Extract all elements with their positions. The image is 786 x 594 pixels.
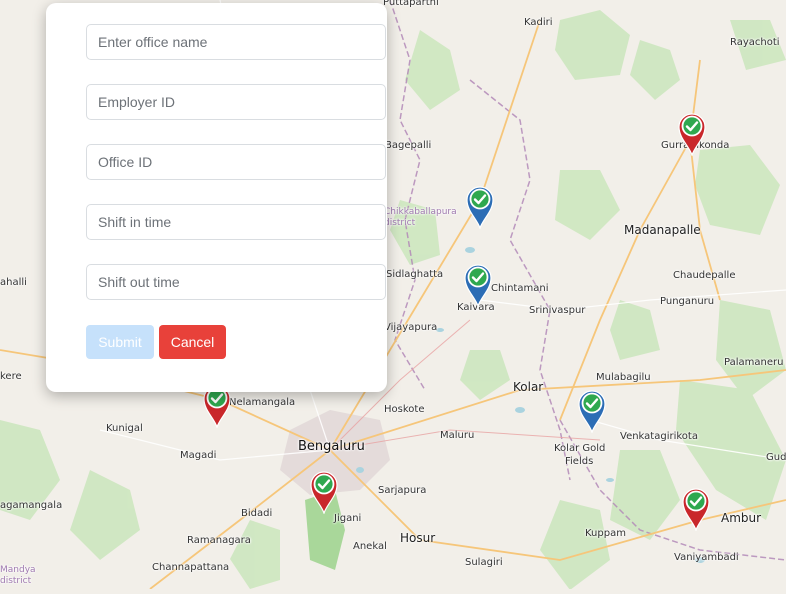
place-label: Hosur — [400, 531, 436, 545]
place-label: Kuppam — [585, 528, 626, 539]
place-label: Bagepalli — [385, 140, 432, 151]
place-label: Palamaneru — [724, 357, 784, 368]
place-label: Vaniyambadi — [674, 552, 739, 563]
office-id-input[interactable] — [86, 144, 386, 180]
place-label: Srinivaspur — [529, 305, 586, 316]
shift-out-time-input[interactable] — [86, 264, 386, 300]
map-pin-icon — [310, 471, 338, 514]
place-label: Sarjapura — [378, 485, 427, 496]
add-office-dialog: Submit Cancel — [46, 3, 387, 392]
map-pin-icon — [682, 488, 710, 531]
cancel-button[interactable]: Cancel — [159, 325, 226, 359]
employer-id-input[interactable] — [86, 84, 386, 120]
office-name-input[interactable] — [86, 24, 386, 60]
office-marker[interactable] — [465, 185, 495, 229]
office-marker[interactable] — [681, 487, 711, 531]
office-marker[interactable] — [463, 263, 493, 307]
place-label: Venkatagirikota — [620, 431, 698, 442]
place-label: Kadiri — [524, 17, 553, 28]
place-label: Bengaluru — [298, 439, 365, 454]
place-label: Fields — [565, 456, 594, 467]
place-label: ahalli — [0, 277, 27, 288]
place-label: Gud — [766, 452, 786, 463]
place-label: Jigani — [334, 513, 362, 524]
place-label: Puttaparthi — [383, 0, 439, 8]
place-label: Magadi — [180, 450, 217, 461]
place-label: Punganuru — [660, 296, 715, 307]
place-label: Sulagiri — [465, 557, 503, 568]
place-label: Maluru — [440, 430, 475, 441]
place-label: Ramanagara — [187, 535, 251, 546]
district-label: district — [384, 218, 416, 228]
office-marker[interactable] — [577, 389, 607, 433]
place-label: Madanapalle — [624, 223, 701, 237]
place-label: Anekal — [353, 541, 387, 552]
map-pin-icon — [578, 390, 606, 433]
district-label: Chikkaballapura — [384, 207, 457, 217]
place-label: Chaudepalle — [673, 270, 736, 281]
map-pin-icon — [678, 113, 706, 156]
place-label: Mulabagilu — [596, 372, 651, 383]
shift-in-time-input[interactable] — [86, 204, 386, 240]
office-marker[interactable] — [677, 112, 707, 156]
place-label: Bidadi — [241, 508, 273, 519]
place-label: Chintamani — [491, 283, 549, 294]
map-pin-icon — [464, 264, 492, 307]
place-label: Sidlaghatta — [386, 269, 444, 280]
place-label: Ambur — [721, 511, 762, 525]
place-label: Kunigal — [106, 423, 143, 434]
place-label: Kolar Gold — [554, 443, 606, 454]
place-label: Hoskote — [384, 404, 425, 415]
place-label: Kolar — [513, 380, 544, 394]
office-marker[interactable] — [309, 470, 339, 514]
place-label: Vijayapura — [384, 322, 438, 333]
map-pin-icon — [466, 186, 494, 229]
submit-button[interactable]: Submit — [86, 325, 154, 359]
place-label: agamangala — [0, 500, 63, 511]
place-label: Rayachoti — [730, 37, 780, 48]
district-label: Mandya — [0, 565, 36, 575]
place-label: kere — [0, 371, 22, 382]
place-label: Nelamangala — [229, 397, 296, 408]
place-label: Channapattana — [152, 562, 230, 573]
district-label: district — [0, 576, 32, 586]
